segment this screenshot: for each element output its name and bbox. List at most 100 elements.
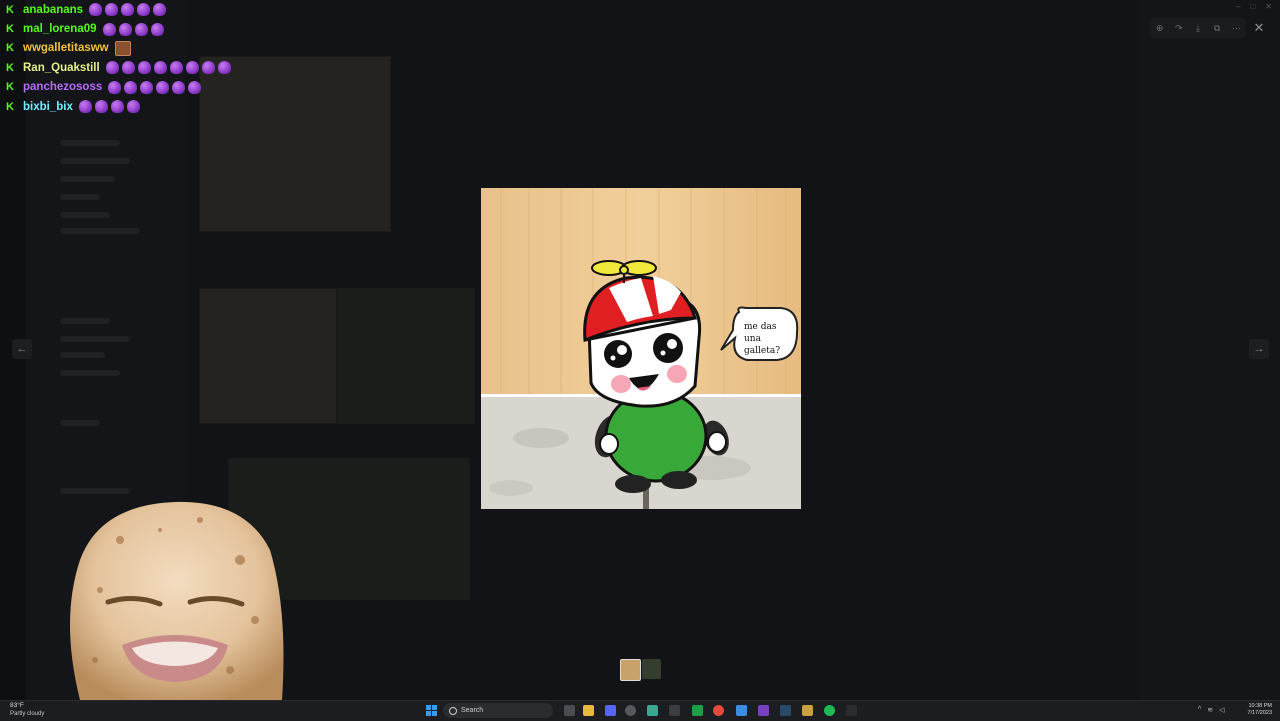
purple-emote-icon <box>153 61 167 75</box>
cookie-emote-icon <box>114 40 131 56</box>
minimize-icon[interactable]: – <box>1236 2 1240 11</box>
close-icon[interactable]: ✕ <box>1250 19 1268 37</box>
purple-emote-icon <box>156 80 170 94</box>
chat-username[interactable]: mal_lorena09 <box>23 23 97 35</box>
purple-emote-icon <box>102 22 116 36</box>
purple-emote-icon <box>153 3 167 17</box>
excel-icon[interactable] <box>692 705 703 716</box>
search-label: Search <box>461 707 484 714</box>
channel-item <box>60 212 110 218</box>
channel-item <box>60 420 100 426</box>
kick-badge-icon: K <box>6 100 14 113</box>
chat-username[interactable]: wwgalletitasww <box>23 42 109 54</box>
weather-temp: 83°F <box>10 702 24 709</box>
image-toolbar: ⊕ ↷ ⤓ ⧉ ⋯ <box>1150 18 1246 38</box>
webcam-overlay <box>60 500 290 700</box>
chat-message: Kbixbi_bix <box>6 97 266 116</box>
window-close-icon[interactable]: ✕ <box>1265 2 1272 11</box>
speech-bubble-line-2: una <box>744 334 762 344</box>
download-icon[interactable]: ⤓ <box>1192 22 1204 34</box>
chat-message: Kpanchezososs <box>6 78 266 97</box>
channel-item <box>60 370 120 376</box>
forward-icon[interactable]: ↷ <box>1173 22 1185 34</box>
background-image <box>337 288 475 424</box>
app-icon[interactable] <box>647 705 658 716</box>
obs-icon[interactable] <box>625 705 636 716</box>
chat-username[interactable]: Ran_Quakstill <box>23 62 100 74</box>
purple-emote-icon <box>94 100 108 114</box>
chat-message: K Ran_Quakstill <box>6 58 266 77</box>
app-icon[interactable] <box>846 705 857 716</box>
chevron-right-icon[interactable]: → <box>1249 339 1269 359</box>
chat-username[interactable]: anabanans <box>23 4 83 16</box>
purple-emote-icon <box>172 80 186 94</box>
window-controls[interactable]: – □ ✕ <box>1236 2 1272 11</box>
weather-widget[interactable]: 83°F Partly cloudy <box>10 702 44 718</box>
spotify-icon[interactable] <box>824 705 835 716</box>
stream-chat-overlay: Kanabanans Kmal_lorena09 Kwwgalletitasww K R… <box>6 0 266 116</box>
chrome-icon[interactable] <box>713 705 724 716</box>
app-icon[interactable] <box>736 705 747 716</box>
zoom-icon[interactable]: ⊕ <box>1154 22 1166 34</box>
purple-emote-icon <box>185 61 199 75</box>
purple-emote-icon <box>217 61 231 75</box>
taskbar-clock[interactable]: 10:38 PM 7/17/2023 <box>1240 703 1272 717</box>
windows-start-icon[interactable] <box>426 705 437 716</box>
more-icon[interactable]: ⋯ <box>1230 22 1242 34</box>
speech-bubble-line-3: galleta? <box>744 346 780 356</box>
taskbar-search[interactable]: Search <box>443 703 553 718</box>
purple-emote-icon <box>134 22 148 36</box>
channel-item <box>60 352 105 358</box>
search-icon <box>449 707 457 715</box>
taskbar: 83°F Partly cloudy Search ^ ≋ ◁ 10:38 PM… <box>0 700 1280 721</box>
discord-icon[interactable] <box>605 705 616 716</box>
chat-username[interactable]: bixbi_bix <box>23 101 73 113</box>
system-tray[interactable]: ^ ≋ ◁ <box>1198 706 1225 714</box>
channel-item <box>60 488 130 494</box>
purple-emote-icon <box>140 80 154 94</box>
weather-desc: Partly cloudy <box>10 711 45 717</box>
task-view-icon[interactable] <box>564 705 575 716</box>
clock-time: 10:38 PM <box>1248 703 1272 709</box>
thumbnail[interactable] <box>642 659 661 679</box>
channel-item <box>60 318 110 324</box>
steam-icon[interactable] <box>780 705 791 716</box>
kick-badge-icon: K <box>6 42 14 55</box>
purple-emote-icon <box>124 80 138 94</box>
open-external-icon[interactable]: ⧉ <box>1211 22 1223 34</box>
tray-chevron-icon[interactable]: ^ <box>1198 706 1201 714</box>
purple-emote-icon <box>105 61 119 75</box>
purple-emote-icon <box>108 80 122 94</box>
purple-emote-icon <box>121 61 135 75</box>
channel-item <box>60 228 140 234</box>
purple-emote-icon <box>137 3 151 17</box>
channel-item <box>60 158 130 164</box>
wifi-icon[interactable]: ≋ <box>1207 706 1213 714</box>
clock-date: 7/17/2023 <box>1247 710 1272 716</box>
purple-emote-icon <box>126 100 140 114</box>
file-explorer-icon[interactable] <box>583 705 594 716</box>
app-icon[interactable] <box>669 705 680 716</box>
purple-emote-icon <box>137 61 151 75</box>
volume-icon[interactable]: ◁ <box>1219 706 1224 714</box>
chat-message: Kanabanans <box>6 0 266 19</box>
purple-emote-icon <box>201 61 215 75</box>
purple-emote-icon <box>105 3 119 17</box>
chat-username[interactable]: panchezososs <box>23 81 102 93</box>
background-image <box>199 288 337 424</box>
potato-face-image <box>70 501 284 700</box>
app-icon[interactable] <box>758 705 769 716</box>
purple-emote-icon <box>118 22 132 36</box>
kick-badge-icon: K <box>6 61 14 74</box>
purple-emote-icon <box>150 22 164 36</box>
thumbnail-active[interactable] <box>620 659 641 681</box>
maximize-icon[interactable]: □ <box>1250 2 1255 11</box>
chevron-left-icon[interactable]: ← <box>12 339 32 359</box>
purple-emote-icon <box>110 100 124 114</box>
cartoon-image: me das una galleta? <box>481 188 801 509</box>
kick-badge-icon: K <box>6 3 14 16</box>
purple-emote-icon <box>121 3 135 17</box>
app-icon[interactable] <box>802 705 813 716</box>
channel-item <box>60 336 130 342</box>
channel-item <box>60 176 115 182</box>
